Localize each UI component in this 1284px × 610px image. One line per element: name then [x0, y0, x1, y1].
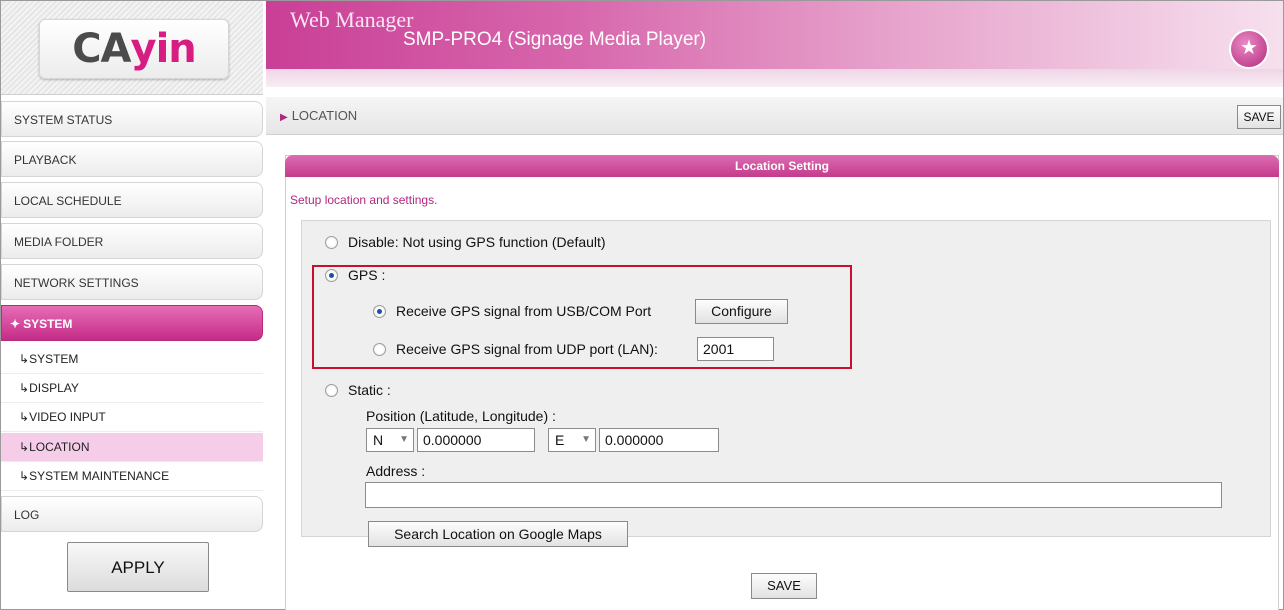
submenu-item-label: SYSTEM [29, 352, 79, 366]
static-radio[interactable] [325, 384, 338, 397]
submenu-item-label: VIDEO INPUT [29, 410, 106, 424]
submenu-arrow-icon: ↳ [19, 440, 30, 454]
device-name: SMP-PRO4 (Signage Media Player) [403, 29, 707, 50]
sidebar-item-label: LOG [14, 508, 40, 522]
logo-text-yin: yin [130, 26, 197, 72]
submenu-item-system-maintenance[interactable]: ↳SYSTEM MAINTENANCE [1, 462, 263, 491]
position-label: Position (Latitude, Longitude) : [366, 408, 556, 424]
sidebar-item-network-settings[interactable]: NETWORK SETTINGS [1, 264, 263, 300]
chevron-down-icon: ▼ [399, 434, 409, 445]
sidebar-item-label: NETWORK SETTINGS [14, 276, 139, 290]
static-label: Static : [348, 382, 391, 398]
apply-button[interactable]: APPLY [67, 542, 209, 592]
submenu-item-label: DISPLAY [29, 381, 79, 395]
page-title-text: LOCATION [291, 108, 358, 123]
submenu-item-location[interactable]: ↳LOCATION [1, 433, 263, 462]
sidebar-item-label: MEDIA FOLDER [14, 235, 104, 249]
panel-title: Location Setting [285, 155, 1279, 177]
gps-highlight-box [312, 265, 852, 369]
sidebar: CA yin SYSTEM STATUS PLAYBACK LOCAL SCHED… [1, 1, 263, 609]
app-name: Web Manager [290, 7, 414, 32]
disable-label: Disable: Not using GPS function (Default… [348, 234, 606, 250]
sidebar-item-local-schedule[interactable]: LOCAL SCHEDULE [1, 182, 263, 218]
chevron-down-icon: ▼ [581, 434, 591, 445]
sidebar-item-log[interactable]: LOG [1, 496, 263, 532]
sidebar-item-system-status[interactable]: SYSTEM STATUS [1, 101, 263, 137]
sidebar-item-label: LOCAL SCHEDULE [14, 194, 122, 208]
longitude-input[interactable]: 0.000000 [599, 428, 719, 452]
submenu-arrow-icon: ↳ [19, 352, 30, 366]
submenu-item-system[interactable]: ↳SYSTEM [1, 345, 263, 374]
sidebar-item-system[interactable]: ✦ SYSTEM [1, 305, 263, 341]
submenu-arrow-icon: ↳ [19, 381, 30, 395]
sidebar-item-playback[interactable]: PLAYBACK [1, 141, 263, 177]
sidebar-item-label: SYSTEM STATUS [14, 113, 113, 127]
submenu-item-video-input[interactable]: ↳VIDEO INPUT [1, 403, 263, 432]
sidebar-item-label: PLAYBACK [14, 153, 77, 167]
page-title-bar: ▶ LOCATION [266, 97, 1283, 135]
logo-area: CA yin [1, 1, 263, 95]
panel-description: Setup location and settings. [290, 193, 438, 207]
disable-radio[interactable] [325, 236, 338, 249]
address-label: Address : [366, 463, 426, 479]
header-banner: Web Manager SMP-PRO4 (Signage Media Play… [266, 1, 1283, 87]
search-google-maps-button[interactable]: Search Location on Google Maps [368, 521, 628, 547]
save-button-top[interactable]: SAVE [1237, 105, 1281, 129]
longitude-direction-select[interactable]: E ▼ [548, 428, 596, 452]
submenu-item-label: LOCATION [29, 440, 90, 454]
logo-text-ca: CA [72, 26, 131, 72]
submenu-item-display[interactable]: ↳DISPLAY [1, 374, 263, 403]
longitude-direction-value: E [555, 432, 565, 448]
latitude-direction-value: N [373, 432, 384, 448]
page-title: ▶ LOCATION [280, 108, 357, 123]
sparkle-icon: ✦ [10, 317, 21, 331]
sidebar-item-label: SYSTEM [23, 317, 73, 331]
submenu-item-label: SYSTEM MAINTENANCE [29, 469, 170, 483]
submenu-arrow-icon: ↳ [19, 410, 30, 424]
latitude-direction-select[interactable]: N ▼ [366, 428, 414, 452]
magic-wand-icon[interactable]: ★ [1229, 29, 1269, 69]
save-button-bottom[interactable]: SAVE [751, 573, 817, 599]
submenu-arrow-icon: ↳ [19, 469, 30, 483]
sidebar-item-media-folder[interactable]: MEDIA FOLDER [1, 223, 263, 259]
cayin-logo: CA yin [39, 19, 229, 79]
triangle-right-icon: ▶ [280, 112, 288, 123]
latitude-input[interactable]: 0.000000 [417, 428, 535, 452]
address-input[interactable] [365, 482, 1222, 508]
